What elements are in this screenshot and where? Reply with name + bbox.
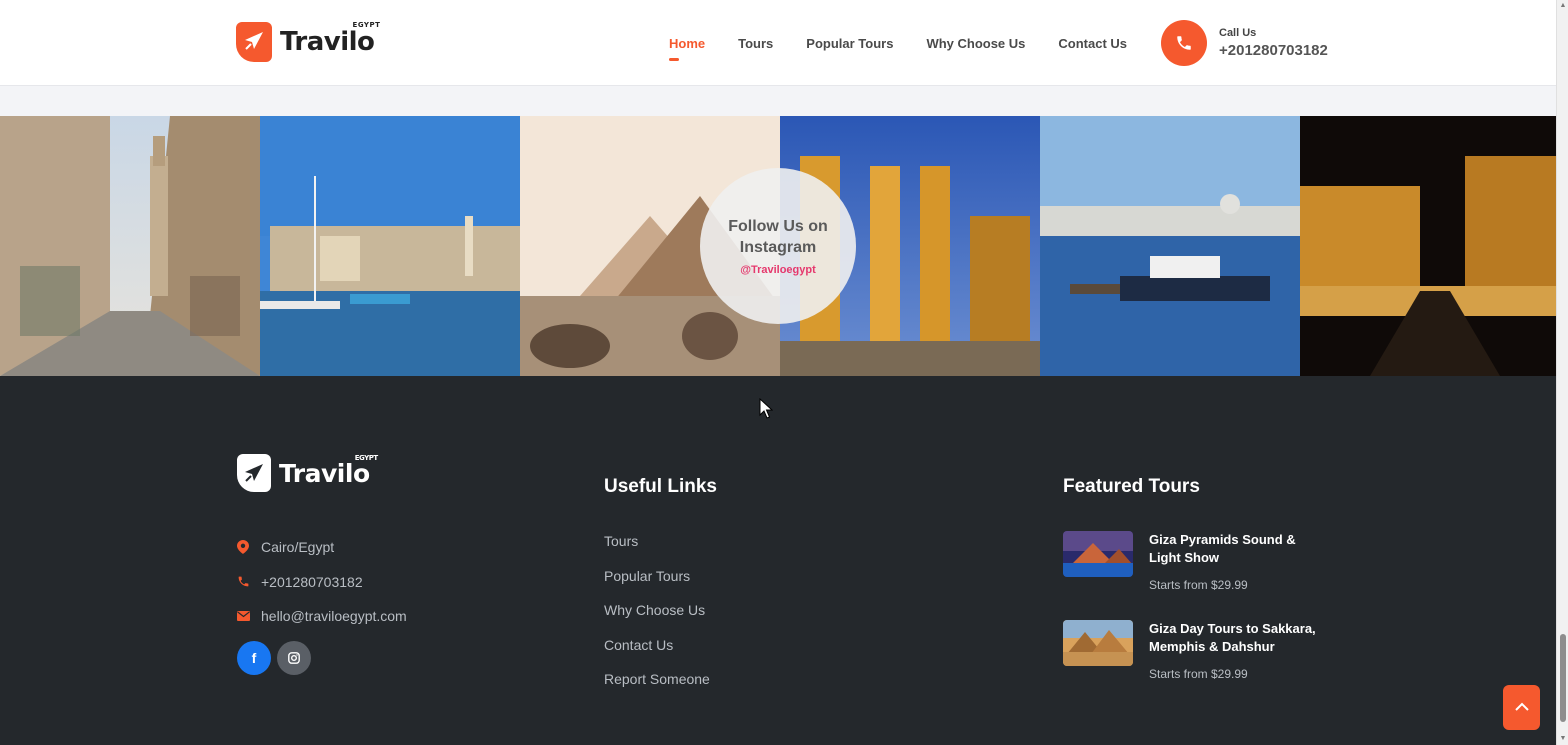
contact-phone-text[interactable]: +201280703182 bbox=[261, 574, 363, 590]
instagram-icon[interactable] bbox=[277, 641, 311, 675]
location-pin-icon bbox=[236, 540, 250, 555]
instagram-photo-nile-sailboat[interactable] bbox=[260, 116, 520, 376]
mouse-cursor-icon bbox=[759, 397, 774, 425]
site-header: Travilo EGYPT Home Tours Popular Tours W… bbox=[0, 0, 1556, 86]
footer-link-tours[interactable]: Tours bbox=[604, 531, 710, 566]
brand-sub: EGYPT bbox=[352, 21, 381, 29]
plane-logo-icon bbox=[237, 454, 271, 492]
scroll-up-arrow-icon[interactable]: ▲ bbox=[1559, 2, 1567, 10]
phone-icon bbox=[1161, 20, 1207, 66]
scroll-down-arrow-icon[interactable]: ▼ bbox=[1559, 735, 1567, 743]
useful-links-title: Useful Links bbox=[604, 476, 717, 497]
facebook-icon[interactable]: f bbox=[237, 641, 271, 675]
instagram-handle[interactable]: @Traviloegypt bbox=[740, 264, 816, 276]
footer-link-why-choose-us[interactable]: Why Choose Us bbox=[604, 600, 710, 635]
footer-brand-sub: EGYPT bbox=[354, 453, 378, 462]
call-label: Call Us bbox=[1219, 27, 1257, 39]
useful-links-list: Tours Popular Tours Why Choose Us Contac… bbox=[604, 531, 710, 704]
instagram-photo-old-cairo[interactable] bbox=[0, 116, 260, 376]
envelope-icon bbox=[236, 609, 250, 623]
nav-home[interactable]: Home bbox=[669, 36, 705, 61]
footer-link-popular-tours[interactable]: Popular Tours bbox=[604, 566, 710, 601]
nav-tours[interactable]: Tours bbox=[738, 36, 773, 51]
nav-popular-tours[interactable]: Popular Tours bbox=[806, 36, 893, 51]
chevron-up-icon bbox=[1514, 699, 1530, 717]
footer-brand-name: Travilo EGYPT bbox=[279, 453, 378, 488]
contact-info: Cairo/Egypt +201280703182 hello@traviloe… bbox=[236, 530, 407, 634]
call-number[interactable]: +201280703182 bbox=[1219, 42, 1328, 59]
main-nav: Home Tours Popular Tours Why Choose Us C… bbox=[669, 36, 1160, 61]
page-scrollbar[interactable]: ▲ ▼ bbox=[1556, 0, 1568, 745]
scrollbar-thumb[interactable] bbox=[1560, 634, 1566, 722]
back-to-top-button[interactable] bbox=[1503, 685, 1540, 730]
brand-logo[interactable]: Travilo EGYPT bbox=[236, 21, 381, 62]
contact-email[interactable]: hello@traviloegypt.com bbox=[236, 599, 407, 634]
follow-instagram-title: Follow Us on Instagram bbox=[728, 218, 828, 256]
instagram-photo-karnak-avenue[interactable] bbox=[1300, 116, 1556, 376]
brand-name: Travilo EGYPT bbox=[280, 21, 381, 57]
footer-brand-logo[interactable]: Travilo EGYPT bbox=[237, 453, 378, 492]
contact-phone[interactable]: +201280703182 bbox=[236, 565, 407, 600]
featured-tour-item[interactable]: Giza Day Tours to Sakkara, Memphis & Dah… bbox=[1063, 620, 1329, 681]
tour-price: Starts from $29.99 bbox=[1149, 578, 1248, 592]
footer-link-contact-us[interactable]: Contact Us bbox=[604, 635, 710, 670]
footer-link-report-someone[interactable]: Report Someone bbox=[604, 669, 710, 704]
tour-title[interactable]: Giza Pyramids Sound & Light Show bbox=[1149, 531, 1329, 567]
nav-contact-us[interactable]: Contact Us bbox=[1058, 36, 1127, 51]
phone-icon bbox=[236, 575, 250, 589]
instagram-photo-nile-city-boat[interactable] bbox=[1040, 116, 1300, 376]
featured-tour-item[interactable]: Giza Pyramids Sound & Light Show Starts … bbox=[1063, 531, 1329, 592]
tour-price: Starts from $29.99 bbox=[1149, 667, 1248, 681]
tour-thumbnail[interactable] bbox=[1063, 620, 1133, 666]
tour-title[interactable]: Giza Day Tours to Sakkara, Memphis & Dah… bbox=[1149, 620, 1329, 656]
social-links: f bbox=[237, 641, 317, 675]
site-footer: Travilo EGYPT Cairo/Egypt +201280703182 … bbox=[0, 376, 1556, 745]
nav-why-choose-us[interactable]: Why Choose Us bbox=[926, 36, 1025, 51]
call-us-block[interactable]: Call Us +201280703182 bbox=[1161, 20, 1328, 66]
contact-email-text[interactable]: hello@traviloegypt.com bbox=[261, 608, 407, 624]
contact-location: Cairo/Egypt bbox=[236, 530, 407, 565]
plane-logo-icon bbox=[236, 22, 272, 62]
follow-instagram-badge[interactable]: Follow Us on Instagram @Traviloegypt bbox=[700, 168, 856, 324]
contact-location-text: Cairo/Egypt bbox=[261, 539, 335, 556]
featured-tours-title: Featured Tours bbox=[1063, 476, 1200, 497]
tour-thumbnail[interactable] bbox=[1063, 531, 1133, 577]
